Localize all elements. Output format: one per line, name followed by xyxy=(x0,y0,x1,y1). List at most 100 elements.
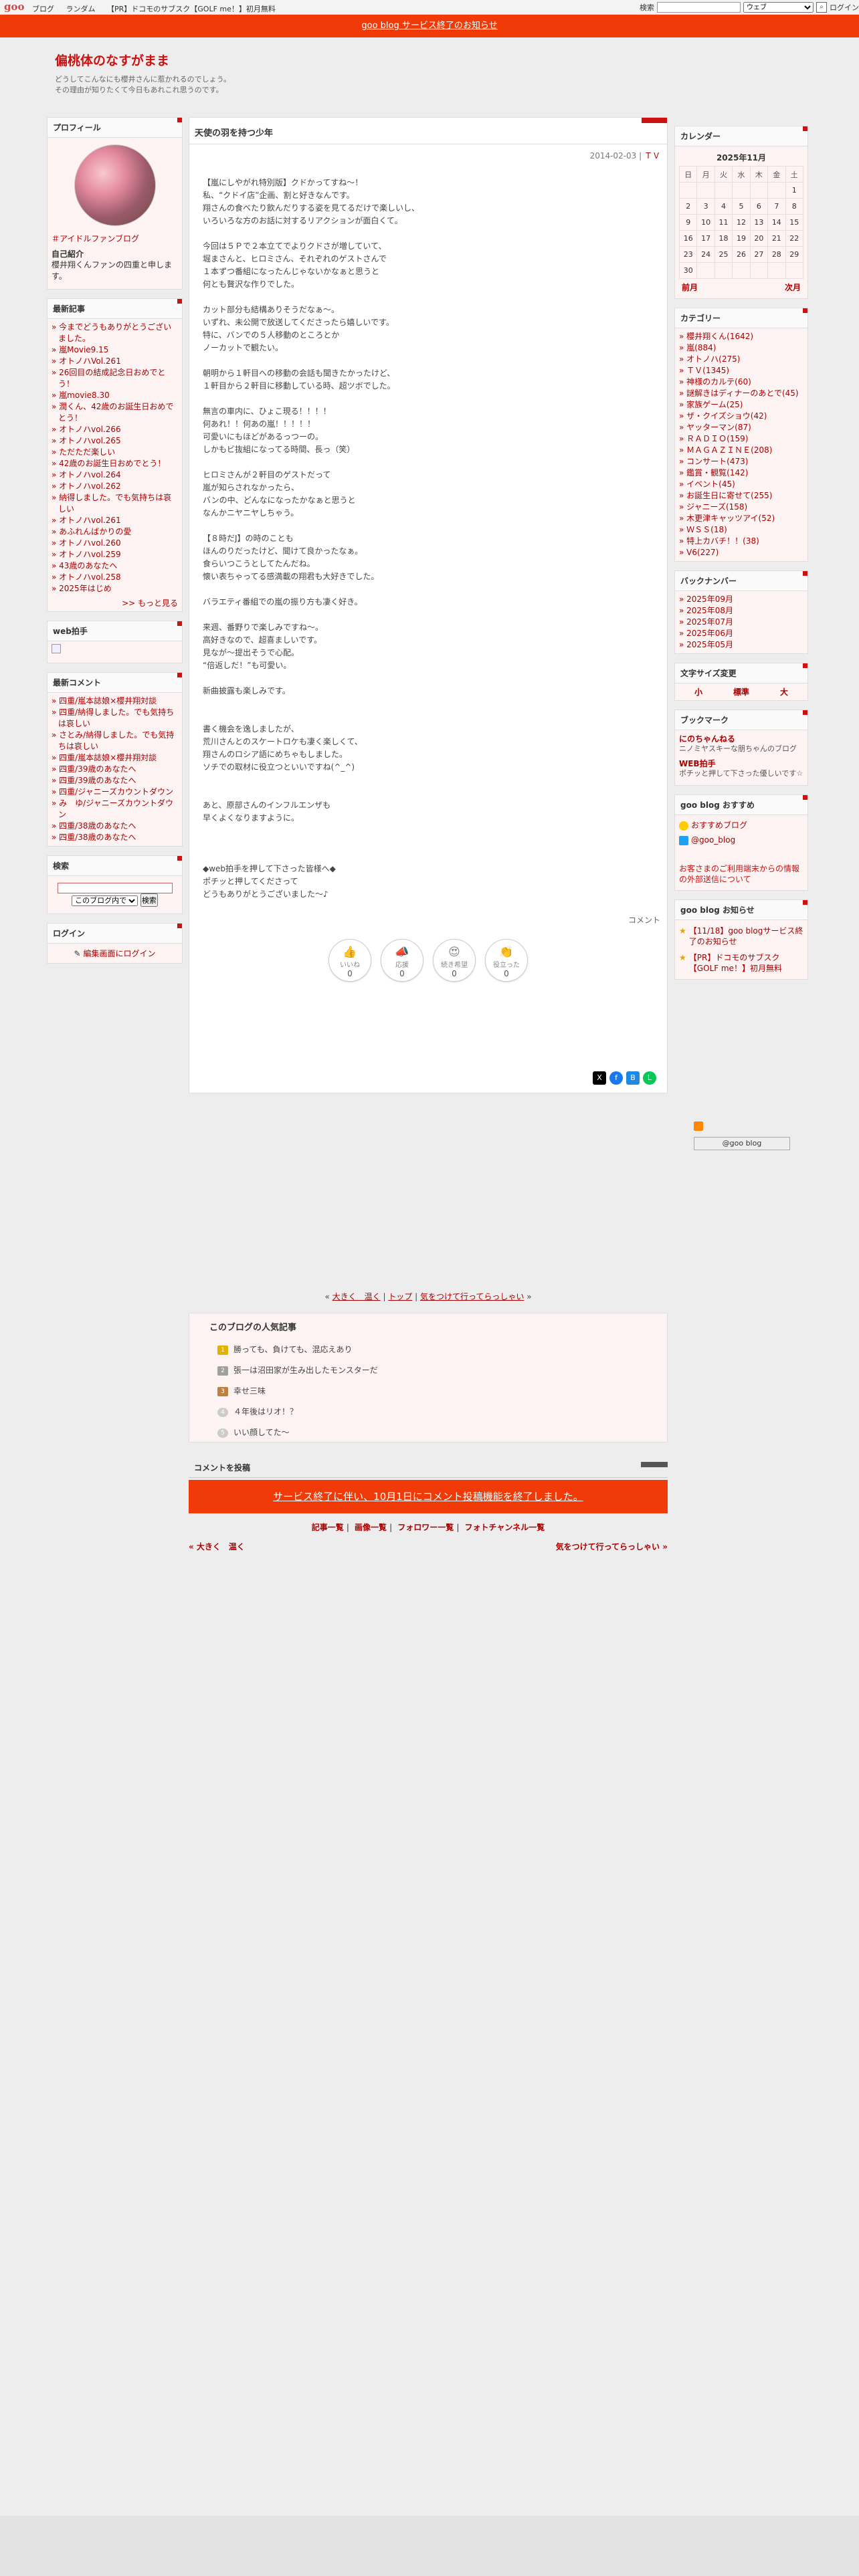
reaction-cheer-button[interactable]: 📣 応援 0 xyxy=(381,939,423,982)
blog-title[interactable]: 偏桃体のなすがまま xyxy=(55,51,231,69)
recent-post-link[interactable]: オトノハvol.260 xyxy=(52,538,178,549)
login-link[interactable]: ログイン xyxy=(830,2,859,13)
category-link[interactable]: ＭＡＧＡＺＩＮＥ(208) xyxy=(679,445,803,456)
recent-post-link[interactable]: 今までどうもありがとうございました。 xyxy=(52,322,178,344)
recent-post-link[interactable]: オトノハvol.266 xyxy=(52,424,178,435)
category-link[interactable]: ジャニーズ(158) xyxy=(679,502,803,513)
category-link[interactable]: コンサート(473) xyxy=(679,456,803,467)
recent-comment-link[interactable]: 四重/納得しました。でも気持ちは哀しい xyxy=(52,707,178,730)
category-link[interactable]: 嵐(884) xyxy=(679,342,803,354)
recent-post-link[interactable]: オトノハvol.264 xyxy=(52,469,178,481)
category-link[interactable]: V6(227) xyxy=(679,547,803,558)
comment-closed-notice[interactable]: サービス終了に伴い、10月1日にコメント投稿機能を終了しました。 xyxy=(189,1480,668,1513)
popular-item[interactable]: 4 ４年後はリオ！？ xyxy=(209,1402,647,1422)
search-icon[interactable]: ⌕ xyxy=(816,2,827,13)
top-link-blog[interactable]: ブログ xyxy=(32,5,54,13)
x-share-icon[interactable]: X xyxy=(593,1071,606,1085)
bookmark-title[interactable]: WEB拍手 xyxy=(679,759,716,768)
popular-item[interactable]: 5 いい顔してた〜 xyxy=(209,1422,647,1443)
recent-post-link[interactable]: あふれんばかりの愛 xyxy=(52,526,178,538)
service-end-notice[interactable]: goo blog サービス終了のお知らせ xyxy=(0,15,859,37)
category-link[interactable]: ＲＡＤＩＯ(159) xyxy=(679,433,803,445)
rss-icon[interactable] xyxy=(694,1121,703,1131)
recent-post-link[interactable]: オトノハvol.265 xyxy=(52,435,178,447)
category-link[interactable]: オトノハ(275) xyxy=(679,354,803,365)
footer-link-articles[interactable]: 記事一覧 xyxy=(312,1523,344,1532)
calendar-next-link[interactable]: 次月 xyxy=(785,282,801,293)
recent-post-link[interactable]: 2025年はじめ xyxy=(52,583,178,595)
reaction-like-button[interactable]: 👍 いいね 0 xyxy=(328,939,371,982)
textsize-small[interactable]: 小 xyxy=(694,686,702,697)
recent-comment-link[interactable]: 四重/39歳のあなたへ xyxy=(52,764,178,775)
category-link[interactable]: イベント(45) xyxy=(679,479,803,490)
recent-post-link[interactable]: オトノハvol.262 xyxy=(52,481,178,492)
popular-item[interactable]: 3 幸せ三味 xyxy=(209,1381,647,1402)
recent-comment-link[interactable]: 四重/38歳のあなたへ xyxy=(52,821,178,832)
recent-post-link[interactable]: 嵐movie8.30 xyxy=(52,390,178,401)
recent-post-link[interactable]: 43歳のあなたへ xyxy=(52,560,178,572)
comment-link[interactable]: コメント xyxy=(189,914,667,926)
category-link[interactable]: 櫻井翔くん(1642) xyxy=(679,331,803,342)
goo-logo[interactable]: goo xyxy=(4,1,25,13)
recent-post-link[interactable]: ただただ楽しい xyxy=(52,447,178,458)
textsize-large[interactable]: 大 xyxy=(780,686,788,697)
category-link[interactable]: 神様のカルテ(60) xyxy=(679,377,803,388)
recent-post-link[interactable]: 42歳のお誕生日おめでとう！ xyxy=(52,458,178,469)
backnumber-link[interactable]: 2025年07月 xyxy=(679,617,803,628)
recent-post-link[interactable]: オトノハVol.261 xyxy=(52,356,178,367)
profile-name[interactable]: ＃アイドルファンブログ xyxy=(52,233,178,244)
blog-search-button[interactable]: 検索 xyxy=(140,893,158,907)
goo-blog-button[interactable]: @goo blog xyxy=(694,1137,790,1150)
footer-link-images[interactable]: 画像一覧 xyxy=(355,1523,387,1532)
recent-post-link[interactable]: 納得しました。でも気持ちは哀しい xyxy=(52,492,178,515)
category-link[interactable]: ＴＶ(1345) xyxy=(679,365,803,377)
recent-post-link[interactable]: 潤くん、42歳のお誕生日おめでとう！ xyxy=(52,401,178,424)
hatena-share-icon[interactable]: B xyxy=(626,1071,640,1085)
article-title[interactable]: 天使の羽を持つ少年 xyxy=(189,118,667,144)
recommend-item[interactable]: おすすめブログ xyxy=(679,818,803,833)
backnumber-link[interactable]: 2025年09月 xyxy=(679,594,803,605)
top-link-pr[interactable]: 【PR】ドコモのサブスク【GOLF me！】初月無料 xyxy=(107,5,276,13)
category-link[interactable]: 木更津キャッツアイ(52) xyxy=(679,513,803,524)
top-link-random[interactable]: ランダム xyxy=(66,5,96,13)
line-share-icon[interactable]: L xyxy=(643,1071,656,1085)
recent-comment-link[interactable]: 四重/ジャニーズカウントダウン xyxy=(52,786,178,798)
textsize-normal[interactable]: 標準 xyxy=(733,686,749,697)
category-link[interactable]: お誕生日に寄せて(255) xyxy=(679,490,803,502)
recent-comment-link[interactable]: み ゆ/ジャニーズカウントダウン xyxy=(52,798,178,821)
recent-post-link[interactable]: オトノハvol.258 xyxy=(52,572,178,583)
gooinfo-item[interactable]: ★ 【PR】ドコモのサブスク【GOLF me！】初月無料 xyxy=(679,952,803,974)
category-link[interactable]: 鑑賞・観覧(142) xyxy=(679,467,803,479)
recent-more-link[interactable]: >> もっと見る xyxy=(52,597,178,609)
category-link[interactable]: 家族ゲーム(25) xyxy=(679,399,803,411)
recommend-item[interactable]: @goo_blog xyxy=(679,833,803,847)
backnumber-link[interactable]: 2025年08月 xyxy=(679,605,803,617)
recent-comment-link[interactable]: 四重/嵐本誌娘×櫻井翔対談 xyxy=(52,695,178,707)
facebook-share-icon[interactable]: f xyxy=(609,1071,623,1085)
blog-search-input[interactable] xyxy=(57,883,173,893)
gooinfo-item[interactable]: ★ 【11/18】goo blogサービス終了のお知らせ xyxy=(679,926,803,947)
top-link[interactable]: トップ xyxy=(388,1292,412,1301)
blog-search-scope[interactable]: このブログ内で xyxy=(72,895,138,906)
footer-prev-link[interactable]: « 大きく 温く xyxy=(189,1542,245,1551)
footer-link-photo[interactable]: フォトチャンネル一覧 xyxy=(465,1523,545,1532)
category-link[interactable]: ザ・クイズショウ(42) xyxy=(679,411,803,422)
calendar-prev-link[interactable]: 前月 xyxy=(682,282,698,293)
edit-login-link[interactable]: 編集画面にログイン xyxy=(83,949,155,958)
footer-next-link[interactable]: 気をつけて行ってらっしゃい » xyxy=(556,1541,668,1552)
search-scope-select[interactable]: ウェブ xyxy=(743,2,814,13)
category-link[interactable]: 謎解きはディナーのあとで(45) xyxy=(679,388,803,399)
recent-post-link[interactable]: オトノハvol.261 xyxy=(52,515,178,526)
recent-comment-link[interactable]: 四重/38歳のあなたへ xyxy=(52,832,178,843)
recent-post-link[interactable]: 嵐Movie9.15 xyxy=(52,344,178,356)
category-link[interactable]: ＷＳＳ(18) xyxy=(679,524,803,536)
recent-comment-link[interactable]: 四重/嵐本誌娘×櫻井翔対談 xyxy=(52,752,178,764)
recent-post-link[interactable]: 26回目の結成記念日おめでとう！ xyxy=(52,367,178,390)
popular-item[interactable]: 1 勝っても、負けても、混応えあり xyxy=(209,1339,647,1360)
article-category[interactable]: ＴＶ xyxy=(644,151,660,160)
recent-post-link[interactable]: オトノハvol.259 xyxy=(52,549,178,560)
popular-item[interactable]: 2 張一は沼田家が生み出したモンスターだ xyxy=(209,1360,647,1381)
recent-comment-link[interactable]: さとみ/納得しました。でも気持ちは哀しい xyxy=(52,730,178,752)
footer-link-followers[interactable]: フォロワー一覧 xyxy=(397,1523,454,1532)
recent-comment-link[interactable]: 四重/39歳のあなたへ xyxy=(52,775,178,786)
